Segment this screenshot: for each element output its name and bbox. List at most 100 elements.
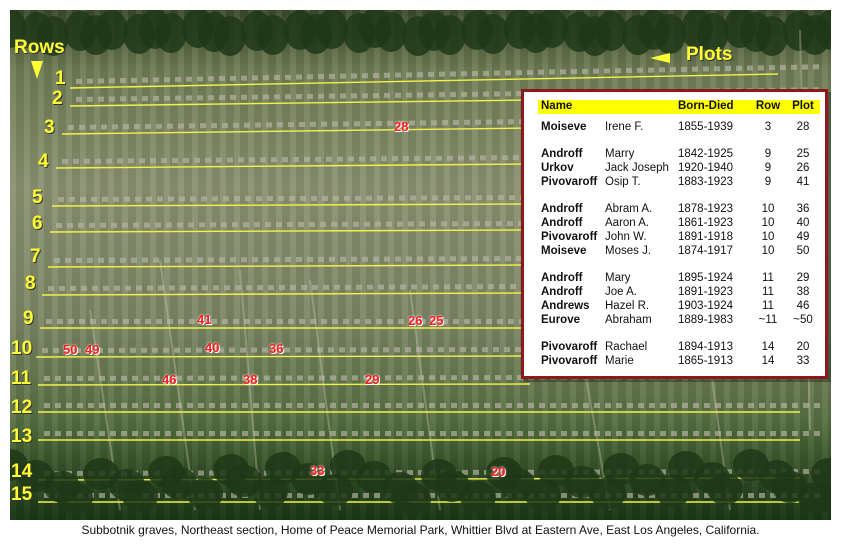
headstone: [510, 284, 516, 290]
headstone: [339, 347, 345, 353]
headstone: [398, 319, 404, 324]
headstone: [477, 284, 483, 290]
headstone: [671, 403, 677, 408]
headstone: [208, 76, 214, 82]
rows-header-label: Rows: [14, 37, 65, 58]
headstone: [386, 221, 392, 227]
headstone: [429, 375, 435, 381]
legend-born-died: 1920-1940: [678, 162, 733, 174]
headstone: [494, 70, 500, 76]
headstone: [131, 257, 137, 263]
headstone: [343, 319, 349, 324]
legend-plot-number: 25: [796, 148, 810, 160]
headstone: [355, 195, 361, 201]
headstone: [147, 285, 153, 291]
legend-surname: Androff: [541, 203, 583, 215]
legend-plot-number: 26: [796, 162, 810, 174]
headstone: [366, 195, 372, 201]
headstone: [264, 431, 270, 436]
headstone: [660, 431, 666, 436]
headstone: [759, 403, 765, 408]
headstone: [344, 195, 350, 201]
legend-row: Moiseve Moses J. 1874-1917 10 50: [538, 245, 820, 259]
headstone: [638, 431, 644, 436]
headstone: [165, 431, 171, 436]
headstone: [66, 375, 72, 381]
row-label: 2: [52, 88, 63, 109]
headstone: [110, 403, 116, 408]
row-label: 1: [55, 68, 66, 89]
legend-given-name: Irene F.: [605, 121, 644, 133]
headstone: [256, 196, 262, 202]
headstone: [473, 431, 479, 436]
headstone: [384, 72, 390, 78]
headstone: [472, 71, 478, 77]
legend-surname: Moiseve: [541, 245, 587, 257]
headstone: [164, 95, 170, 101]
headstone: [659, 67, 665, 73]
headstone: [748, 493, 754, 498]
headstone: [66, 431, 72, 436]
legend-given-name: Jack Joseph: [605, 162, 669, 174]
tree-canopy: [96, 10, 128, 50]
headstone: [296, 74, 302, 80]
headstone: [461, 91, 467, 97]
headstone: [638, 403, 644, 408]
headstone: [131, 96, 137, 102]
headstone: [693, 431, 699, 436]
headstone: [494, 91, 500, 97]
headstone: [409, 120, 415, 126]
headstone: [142, 257, 148, 263]
legend-born-died: 1865-1913: [678, 355, 733, 367]
headstone: [252, 94, 258, 100]
headstone: [460, 347, 466, 353]
headstone: [372, 347, 378, 353]
headstone: [374, 403, 380, 408]
headstone: [68, 124, 74, 130]
row-guide-line: [47, 264, 531, 268]
headstone: [172, 158, 178, 164]
headstone: [88, 431, 94, 436]
headstone: [453, 119, 459, 125]
plot-marker: 50: [63, 342, 78, 357]
headstone: [125, 285, 131, 291]
headstone: [362, 93, 368, 99]
plot-marker: 41: [197, 312, 212, 327]
headstone: [462, 431, 468, 436]
headstone: [161, 158, 167, 164]
headstone: [121, 403, 127, 408]
row-label: 15: [11, 484, 33, 505]
headstone: [240, 347, 246, 353]
headstone: [190, 196, 196, 202]
legend-given-name: Joe A.: [605, 286, 637, 298]
legend-given-name: Marie: [605, 355, 634, 367]
headstone: [164, 257, 170, 263]
headstone: [175, 257, 181, 263]
headstone: [275, 375, 281, 381]
headstone: [308, 375, 314, 381]
headstone: [376, 319, 382, 324]
headstone: [814, 431, 820, 436]
headstone: [486, 319, 492, 324]
headstone: [649, 403, 655, 408]
headstone: [403, 156, 409, 162]
headstone: [737, 403, 743, 408]
headstone: [260, 157, 266, 163]
headstone: [312, 284, 318, 290]
headstone: [220, 375, 226, 381]
headstone: [285, 257, 291, 263]
headstone: [307, 256, 313, 262]
legend-row: Andrews Hazel R. 1903-1924 11 46: [538, 300, 820, 314]
headstone: [230, 257, 236, 263]
legend-row-number: 11: [762, 300, 774, 312]
headstone: [142, 77, 148, 83]
headstone: [209, 431, 215, 436]
headstone: [230, 75, 236, 81]
headstone: [202, 285, 208, 291]
headstone: [505, 256, 511, 262]
headstone: [73, 158, 79, 164]
headstone: [274, 94, 280, 100]
headstone: [682, 431, 688, 436]
headstone: [450, 256, 456, 262]
headstone: [209, 375, 215, 381]
